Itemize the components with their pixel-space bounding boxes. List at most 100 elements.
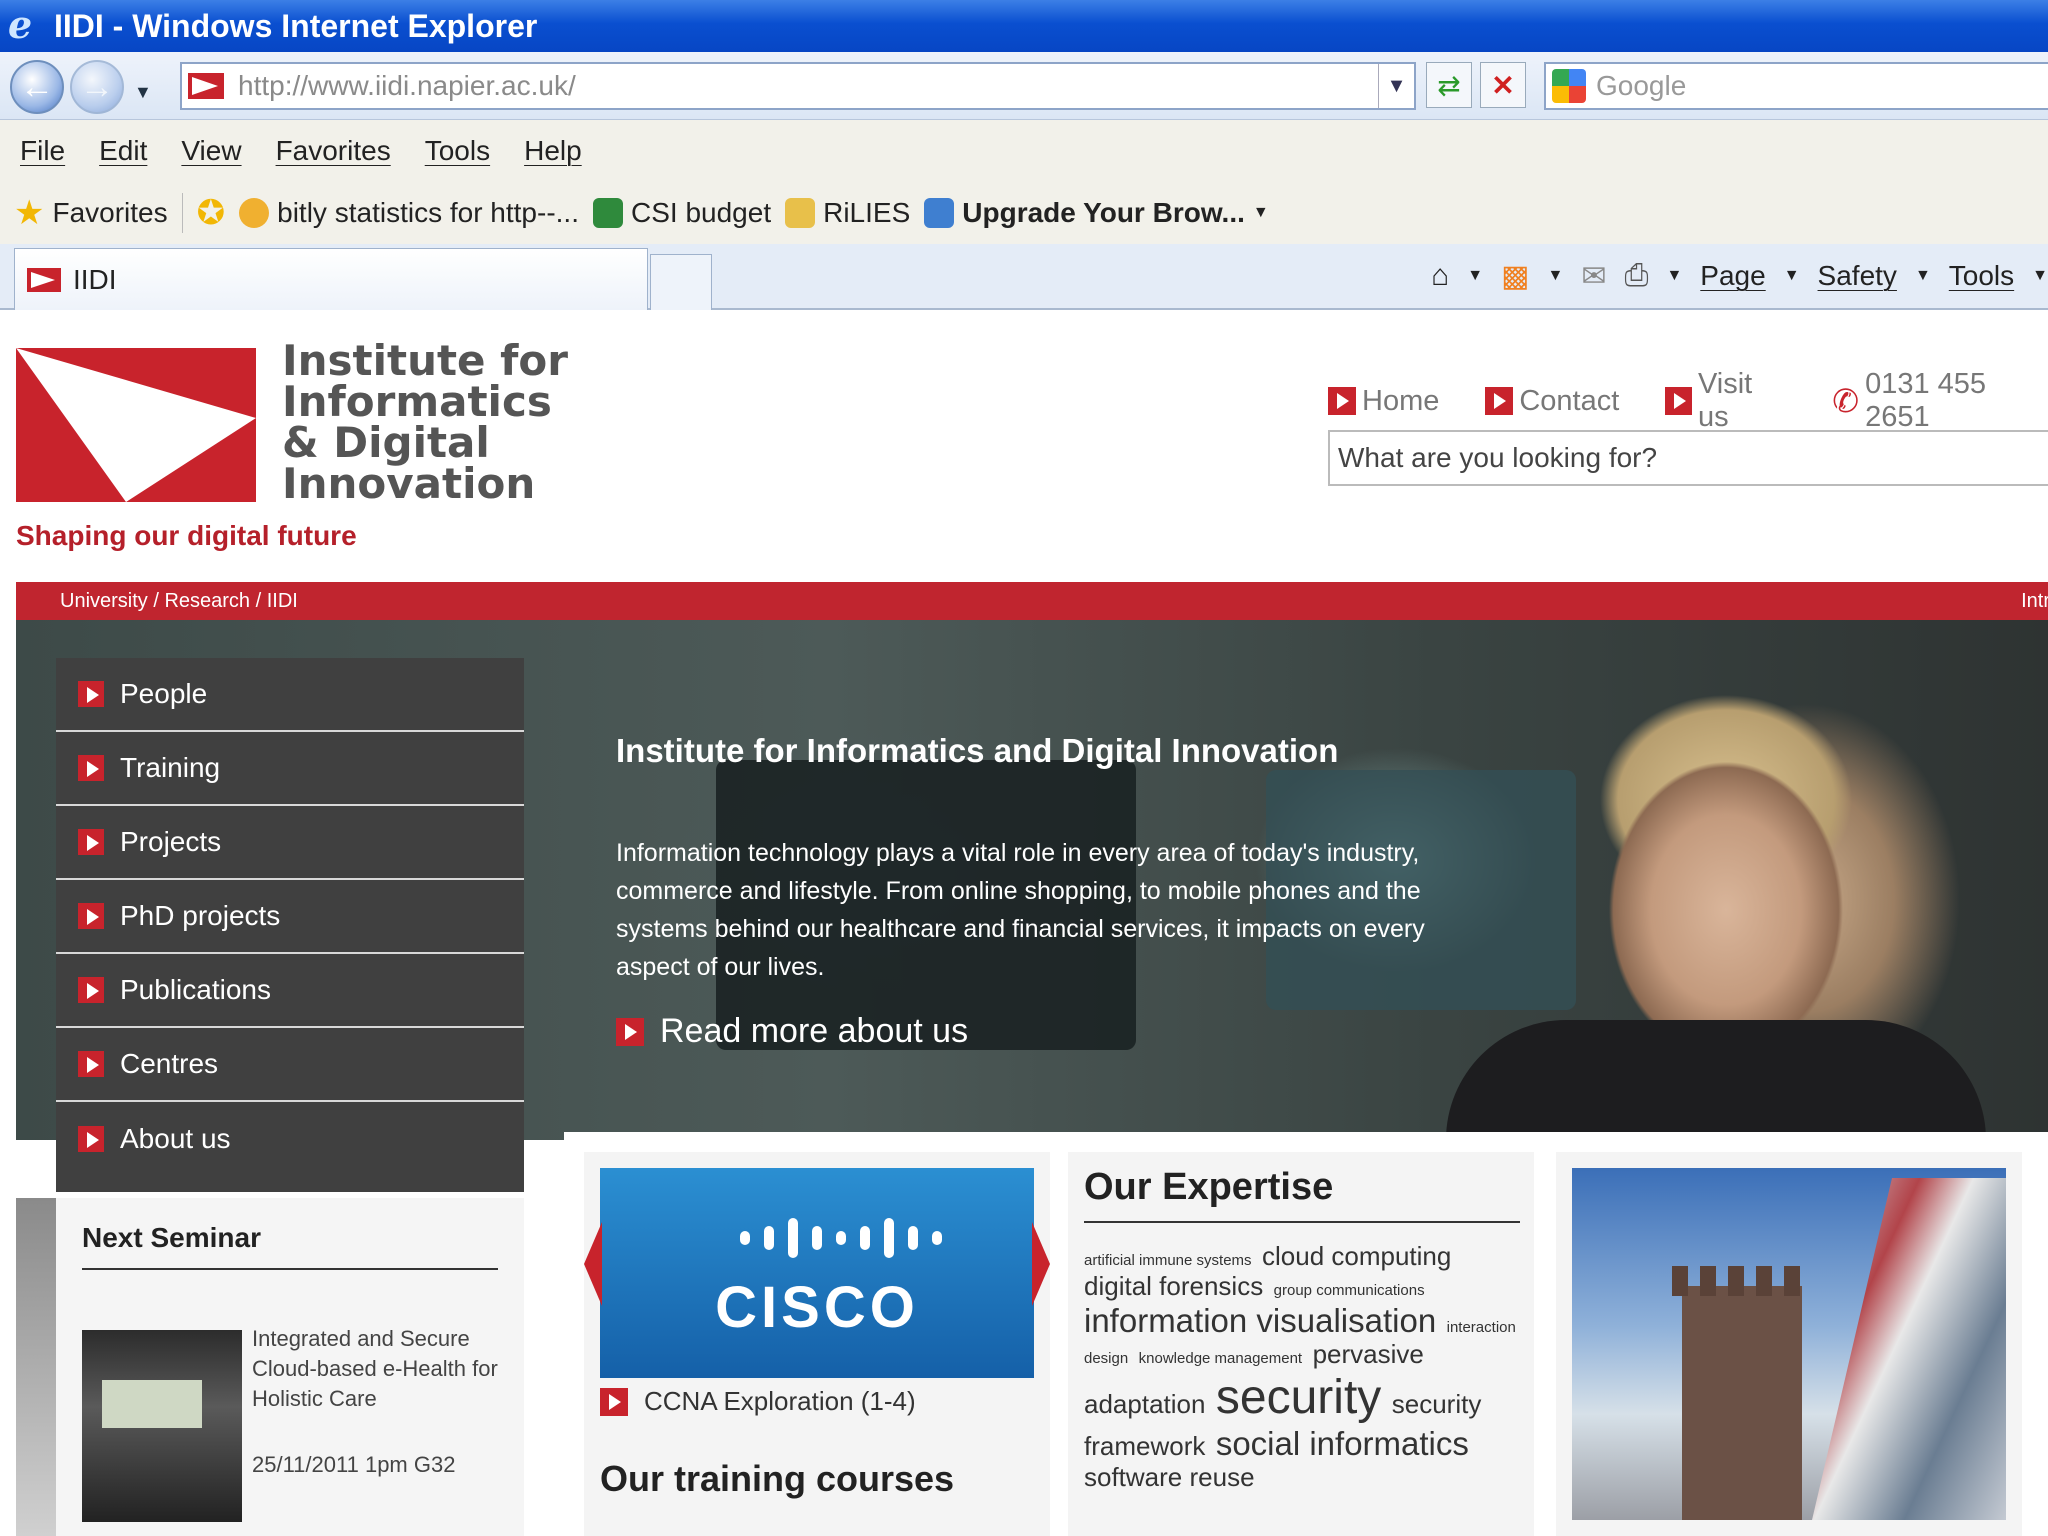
nav-publications[interactable]: Publications [56, 954, 524, 1028]
training-panel: CISCO CCNA Exploration (1-4) Our trainin… [584, 1152, 1050, 1536]
cisco-wordmark: CISCO [715, 1275, 919, 1340]
expertise-tag[interactable]: group communications [1274, 1282, 1425, 1299]
chevron-down-icon[interactable]: ▼ [1547, 267, 1563, 285]
safety-menu[interactable]: Safety [1818, 260, 1897, 292]
cisco-banner[interactable]: CISCO [600, 1168, 1034, 1378]
favorites-label: Favorites [52, 197, 168, 228]
menu-help[interactable]: Help [524, 135, 582, 167]
nav-projects[interactable]: Projects [56, 806, 524, 880]
tools-menu[interactable]: Tools [1949, 260, 2014, 292]
intranet-link[interactable]: Intr [2021, 590, 2048, 613]
menu-edit[interactable]: Edit [99, 135, 147, 167]
fav-item-rilies[interactable]: RiLIES [785, 197, 910, 229]
photo-building [1812, 1178, 2006, 1520]
back-button[interactable]: ← [10, 60, 64, 114]
site-search-input[interactable]: What are you looking for? [1328, 430, 2048, 486]
page-menu[interactable]: Page [1700, 260, 1765, 292]
url-text: http://www.iidi.napier.ac.uk/ [238, 70, 576, 101]
campus-photo[interactable] [1572, 1168, 2006, 1520]
phone-text: 0131 455 2651 [1865, 368, 1987, 433]
breadcrumb: University / Research / IIDI Intr [16, 582, 2048, 620]
window-titlebar: e IIDI - Windows Internet Explorer [0, 0, 2048, 52]
ccna-link[interactable]: CCNA Exploration (1-4) [600, 1386, 916, 1417]
fav-item-upgrade[interactable]: Upgrade Your Brow... ▼ [924, 197, 1269, 229]
nav-centres[interactable]: Centres [56, 1028, 524, 1102]
ie-logo-icon: e [8, 2, 33, 47]
link-label: Visit us [1697, 368, 1753, 433]
chevron-down-icon[interactable]: ▼ [1666, 267, 1682, 285]
chevron-down-icon[interactable]: ▼ [1915, 267, 1931, 285]
rss-feed-icon[interactable]: ▩ [1501, 259, 1529, 294]
nav-training[interactable]: Training [56, 732, 524, 806]
site-favicon-icon [188, 73, 224, 99]
expertise-tag[interactable]: digital forensics [1084, 1271, 1263, 1301]
nav-label: People [120, 678, 208, 709]
new-tab-button[interactable] [650, 254, 712, 310]
menu-favorites[interactable]: Favorites [276, 135, 391, 167]
breadcrumb-text[interactable]: University / Research / IIDI [60, 590, 298, 613]
logo-line: Institute for [282, 336, 569, 385]
print-icon[interactable]: ⎙ [1624, 259, 1648, 293]
search-field[interactable]: Google [1544, 62, 2048, 110]
visit-us-link[interactable]: Visit us [1665, 368, 1786, 434]
fav-label: Upgrade Your Brow... [962, 197, 1245, 228]
nav-label: Publications [120, 974, 271, 1005]
chevron-down-icon[interactable]: ▼ [1467, 267, 1483, 285]
url-dropdown-icon[interactable]: ▼ [1378, 64, 1414, 108]
chevron-down-icon[interactable]: ▼ [2032, 267, 2048, 285]
nav-about-us[interactable]: About us [56, 1102, 524, 1176]
url-field[interactable]: http://www.iidi.napier.ac.uk/ ▼ [180, 62, 1416, 110]
seminar-title[interactable]: Integrated and Secure Cloud-based e-Heal… [252, 1324, 502, 1414]
home-link[interactable]: Home [1328, 368, 1439, 434]
expertise-tag[interactable]: pervasive [1313, 1339, 1424, 1369]
top-links: Home Contact Visit us ✆ 0131 455 2651 [1328, 368, 2048, 434]
arrow-icon [600, 1387, 628, 1416]
read-more-link[interactable]: Read more about us [616, 1012, 968, 1051]
recent-pages-dropdown-icon[interactable]: ▼ [134, 82, 152, 103]
chevron-down-icon[interactable]: ▼ [1253, 204, 1269, 222]
fav-item-bitly[interactable]: bitly statistics for http--... [239, 197, 579, 229]
chevron-down-icon[interactable]: ▼ [1784, 267, 1800, 285]
menu-view[interactable]: View [181, 135, 241, 167]
link-label: Home [1362, 384, 1440, 417]
expertise-tag[interactable]: knowledge management [1139, 1350, 1302, 1367]
nav-phd-projects[interactable]: PhD projects [56, 880, 524, 954]
logo-wordmark[interactable]: Institute for Informatics & Digital Inno… [282, 336, 569, 505]
expertise-tag[interactable]: social informatics [1216, 1425, 1469, 1462]
expertise-tag[interactable]: artificial immune systems [1084, 1252, 1252, 1269]
home-icon[interactable]: ⌂ [1431, 259, 1449, 293]
favorites-button[interactable]: ★ Favorites [14, 193, 168, 233]
fav-label: bitly statistics for http--... [277, 197, 579, 228]
menu-bar: File Edit View Favorites Tools Help [0, 120, 2048, 182]
carousel-prev-icon[interactable] [584, 1222, 602, 1306]
google-icon [1552, 69, 1586, 103]
menu-file[interactable]: File [20, 135, 65, 167]
forward-button[interactable]: → [70, 60, 124, 114]
carousel-next-icon[interactable] [1032, 1222, 1050, 1306]
expertise-tag[interactable]: software reuse [1084, 1462, 1255, 1492]
logo-line: Informatics [282, 377, 552, 426]
fav-item-csi-budget[interactable]: CSI budget [593, 197, 771, 229]
arrow-icon [1665, 387, 1692, 415]
site-favicon-icon [27, 267, 61, 292]
favorites-bar: ★ Favorites ✪ bitly statistics for http-… [0, 182, 2048, 244]
tab-iidi[interactable]: IIDI [14, 248, 648, 310]
iidi-logo-icon[interactable] [16, 348, 256, 502]
expertise-tag[interactable]: adaptation [1084, 1389, 1205, 1419]
expertise-tag[interactable]: security [1216, 1371, 1381, 1424]
contact-link[interactable]: Contact [1485, 368, 1619, 434]
arrow-icon [78, 681, 104, 707]
expertise-tag[interactable]: cloud computing [1262, 1241, 1451, 1271]
left-navigation: People Training Projects PhD projects Pu… [56, 658, 524, 1192]
read-mail-icon[interactable]: ✉ [1581, 259, 1606, 294]
read-more-label: Read more about us [660, 1012, 969, 1050]
refresh-button[interactable]: ⇄ [1426, 62, 1472, 108]
arrow-icon [78, 829, 104, 855]
seminar-photo-screen [102, 1380, 202, 1428]
seminar-photo[interactable] [82, 1330, 242, 1522]
menu-tools[interactable]: Tools [425, 135, 490, 167]
add-favorite-icon[interactable]: ✪ [197, 193, 226, 233]
nav-people[interactable]: People [56, 658, 524, 732]
stop-button[interactable]: ✕ [1480, 62, 1526, 108]
expertise-tag[interactable]: information visualisation [1084, 1302, 1436, 1339]
